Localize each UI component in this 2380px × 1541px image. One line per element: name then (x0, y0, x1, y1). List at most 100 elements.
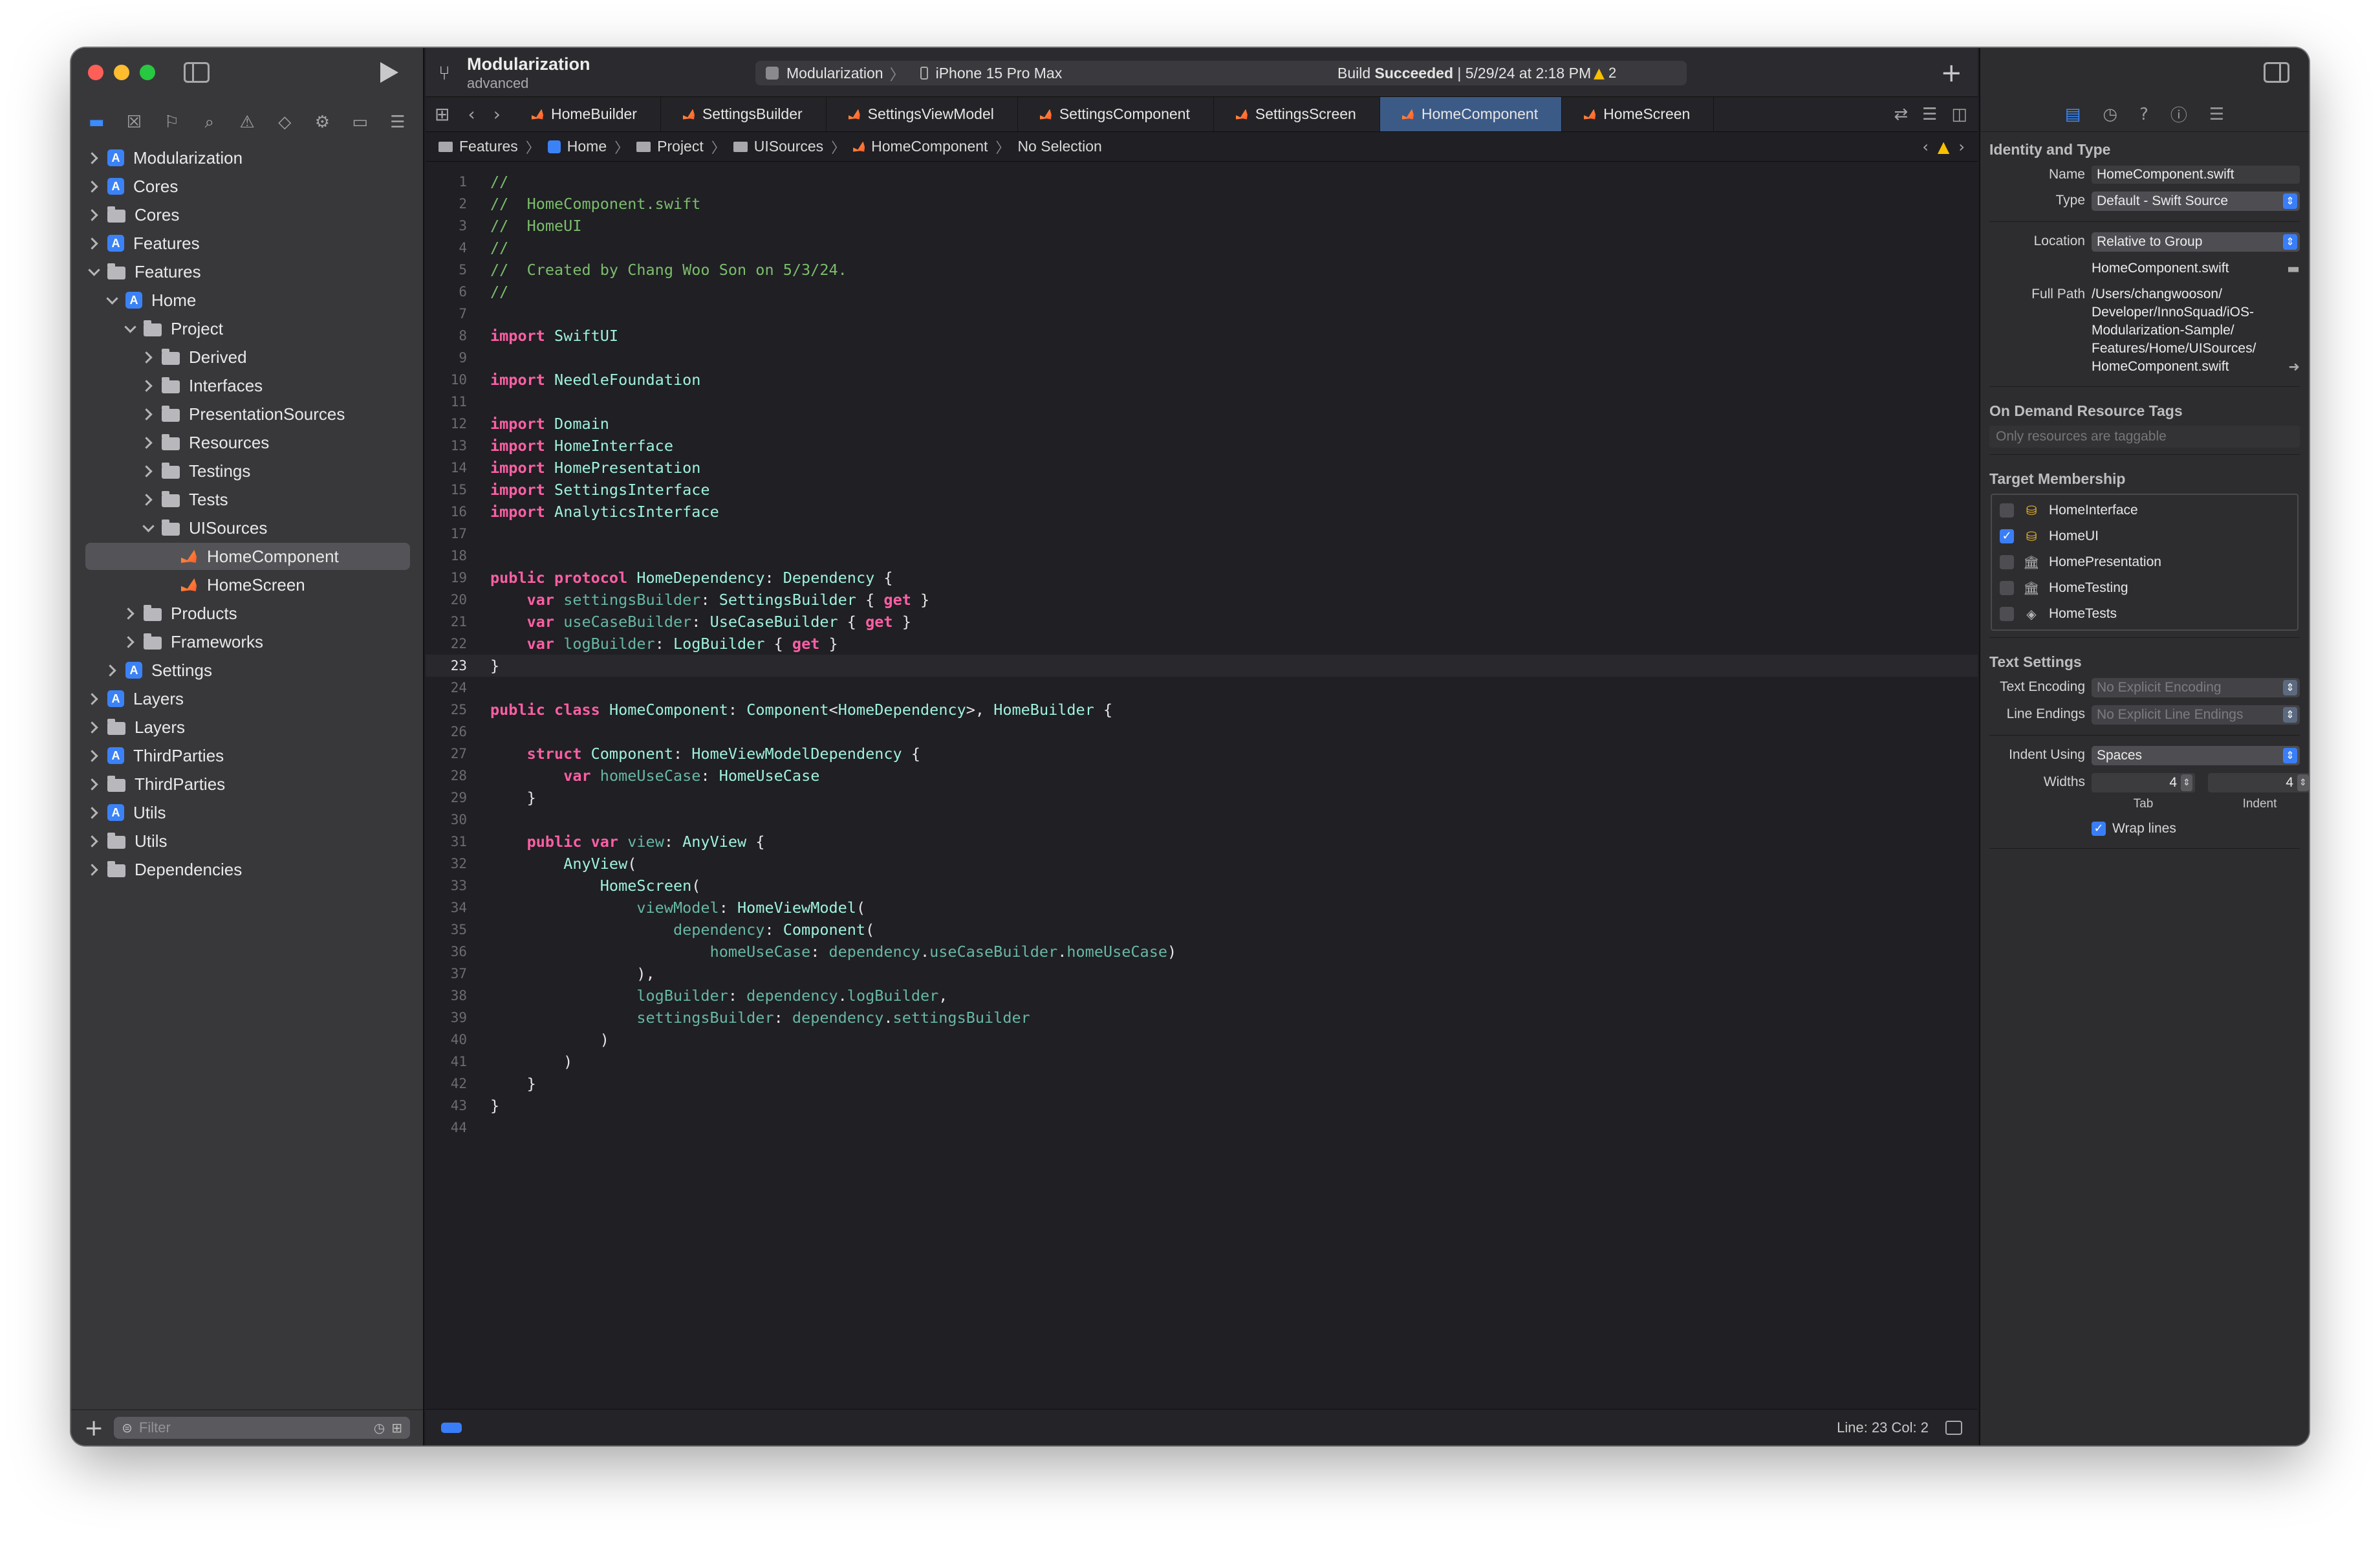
tree-item[interactable]: UISources (71, 514, 423, 542)
tree-item[interactable]: Layers (71, 713, 423, 741)
add-file-icon[interactable]: + (84, 1415, 103, 1441)
line-number[interactable]: 8 (426, 328, 480, 344)
source-control-tab-icon[interactable]: ☒ (123, 111, 145, 133)
jumpbar-item[interactable]: Features (438, 138, 518, 155)
chevron-right-icon[interactable] (142, 380, 154, 391)
code-text[interactable]: var homeUseCase: HomeUseCase (480, 767, 819, 785)
find-tab-icon[interactable]: ⌕ (199, 111, 221, 133)
jumpbar-item[interactable]: No Selection (1017, 138, 1101, 155)
line-number[interactable]: 41 (426, 1054, 480, 1069)
line-number[interactable]: 5 (426, 262, 480, 278)
chevron-right-icon[interactable] (88, 152, 100, 164)
history-inspector-tab-icon[interactable]: ◷ (2103, 105, 2117, 124)
back-icon[interactable]: ‹ (468, 104, 475, 125)
code-text[interactable]: // (480, 173, 508, 191)
editor-tab[interactable]: HomeComponent (1379, 97, 1563, 131)
type-popup[interactable]: Default - Swift Source (2092, 191, 2300, 211)
tree-item[interactable]: Derived (71, 343, 423, 371)
code-text[interactable]: // HomeComponent.swift (480, 195, 700, 213)
jumpbar-item[interactable]: HomeComponent (853, 138, 988, 155)
wrap-lines-checkbox[interactable] (2092, 822, 2106, 836)
code-text[interactable]: import AnalyticsInterface (480, 503, 719, 521)
editor-tab[interactable]: SettingsScreen (1214, 97, 1380, 131)
code-line[interactable]: 34 viewModel: HomeViewModel( (426, 897, 1978, 919)
recent-files-icon[interactable]: ◷ (374, 1420, 385, 1436)
line-number[interactable]: 29 (426, 790, 480, 805)
code-line[interactable]: 23} (426, 655, 1978, 677)
code-line[interactable]: 8 import SwiftUI (426, 325, 1978, 347)
line-number[interactable]: 43 (426, 1098, 480, 1113)
code-line[interactable]: 14 import HomePresentation (426, 457, 1978, 479)
name-field[interactable]: HomeComponent.swift (2092, 166, 2300, 184)
code-line[interactable]: 44 (426, 1117, 1978, 1139)
code-line[interactable]: 43} (426, 1095, 1978, 1117)
line-number[interactable]: 11 (426, 394, 480, 410)
chevron-down-icon[interactable] (124, 323, 136, 334)
indent-popup[interactable]: Spaces (2092, 746, 2300, 765)
code-line[interactable]: 17 (426, 523, 1978, 545)
line-number[interactable]: 9 (426, 350, 480, 366)
code-line[interactable]: 4// (426, 237, 1978, 259)
stepper-arrows-icon[interactable]: ⇕ (2297, 774, 2309, 791)
tree-item[interactable]: Utils (71, 798, 423, 827)
code-text[interactable]: homeUseCase: dependency.useCaseBuilder.h… (480, 943, 1177, 961)
tree-item[interactable]: Resources (71, 428, 423, 457)
chevron-right-icon[interactable] (88, 864, 100, 875)
code-text[interactable]: dependency: Component( (480, 921, 874, 939)
attributes-tab-icon[interactable]: ☰ (2209, 105, 2224, 124)
target-checkbox[interactable] (2000, 607, 2014, 621)
grid-icon[interactable]: ⊞ (435, 104, 449, 125)
editor-tab[interactable]: HomeScreen (1562, 97, 1715, 131)
code-text[interactable]: viewModel: HomeViewModel( (480, 899, 865, 917)
code-text[interactable]: import HomeInterface (480, 437, 673, 455)
code-line[interactable]: 38 logBuilder: dependency.logBuilder, (426, 985, 1978, 1007)
code-text[interactable]: HomeScreen( (480, 877, 701, 895)
line-number[interactable]: 23 (426, 658, 480, 673)
tree-item[interactable]: ThirdParties (71, 770, 423, 798)
forward-icon[interactable]: › (493, 104, 501, 125)
tree-item[interactable]: Cores (71, 172, 423, 201)
code-text[interactable]: public class HomeComponent: Component<Ho… (480, 701, 1112, 719)
target-checkbox[interactable] (2000, 555, 2014, 569)
chevron-right-icon[interactable] (88, 778, 100, 790)
editor-tab[interactable]: SettingsViewModel (827, 97, 1018, 131)
code-line[interactable]: 33 HomeScreen( (426, 875, 1978, 897)
chevron-right-icon[interactable] (88, 237, 100, 249)
code-line[interactable]: 16 import AnalyticsInterface (426, 501, 1978, 523)
line-number[interactable]: 3 (426, 218, 480, 234)
tree-item[interactable]: HomeComponent (71, 542, 423, 571)
warning-icon[interactable]: ▲ (1938, 138, 1949, 156)
code-line[interactable]: 21 var useCaseBuilder: UseCaseBuilder { … (426, 611, 1978, 633)
line-number[interactable]: 20 (426, 592, 480, 607)
chevron-down-icon[interactable] (88, 266, 100, 278)
chevron-right-icon[interactable] (88, 693, 100, 705)
bookmark-tab-icon[interactable]: ⚐ (161, 111, 183, 133)
line-number[interactable]: 14 (426, 460, 480, 475)
code-text[interactable]: struct Component: HomeViewModelDependenc… (480, 745, 920, 763)
line-number[interactable]: 32 (426, 856, 480, 871)
tree-item[interactable]: Modularization (71, 144, 423, 172)
editor-tab[interactable]: SettingsBuilder (661, 97, 827, 131)
code-line[interactable]: 37 ), (426, 963, 1978, 985)
code-text[interactable]: import SwiftUI (480, 327, 618, 345)
code-line[interactable]: 31 public var view: AnyView { (426, 831, 1978, 853)
code-line[interactable]: 42 } (426, 1073, 1978, 1095)
filter-input[interactable]: ⊜ Filter ◷ ⊞ (114, 1417, 410, 1439)
code-text[interactable]: ) (480, 1053, 572, 1071)
line-number[interactable]: 19 (426, 570, 480, 585)
warnings-indicator[interactable]: ▲ 2 (1594, 65, 1616, 82)
accessibility-tab-icon[interactable]: ⓘ (2170, 102, 2187, 126)
line-number[interactable]: 28 (426, 768, 480, 783)
chevron-right-icon[interactable] (142, 465, 154, 477)
chevron-right-icon[interactable] (88, 180, 100, 192)
minimap-toggle-icon[interactable] (1945, 1420, 1962, 1435)
reveal-in-finder-icon[interactable]: ➜ (2288, 358, 2300, 376)
line-number[interactable]: 37 (426, 966, 480, 981)
code-line[interactable]: 36 homeUseCase: dependency.useCaseBuilde… (426, 941, 1978, 963)
code-line[interactable]: 28 var homeUseCase: HomeUseCase (426, 765, 1978, 787)
code-line[interactable]: 9 (426, 347, 1978, 369)
line-number[interactable]: 13 (426, 438, 480, 454)
chevron-right-icon[interactable] (88, 807, 100, 818)
library-add-icon[interactable]: + (1940, 58, 1962, 88)
tree-item[interactable]: Settings (71, 656, 423, 684)
